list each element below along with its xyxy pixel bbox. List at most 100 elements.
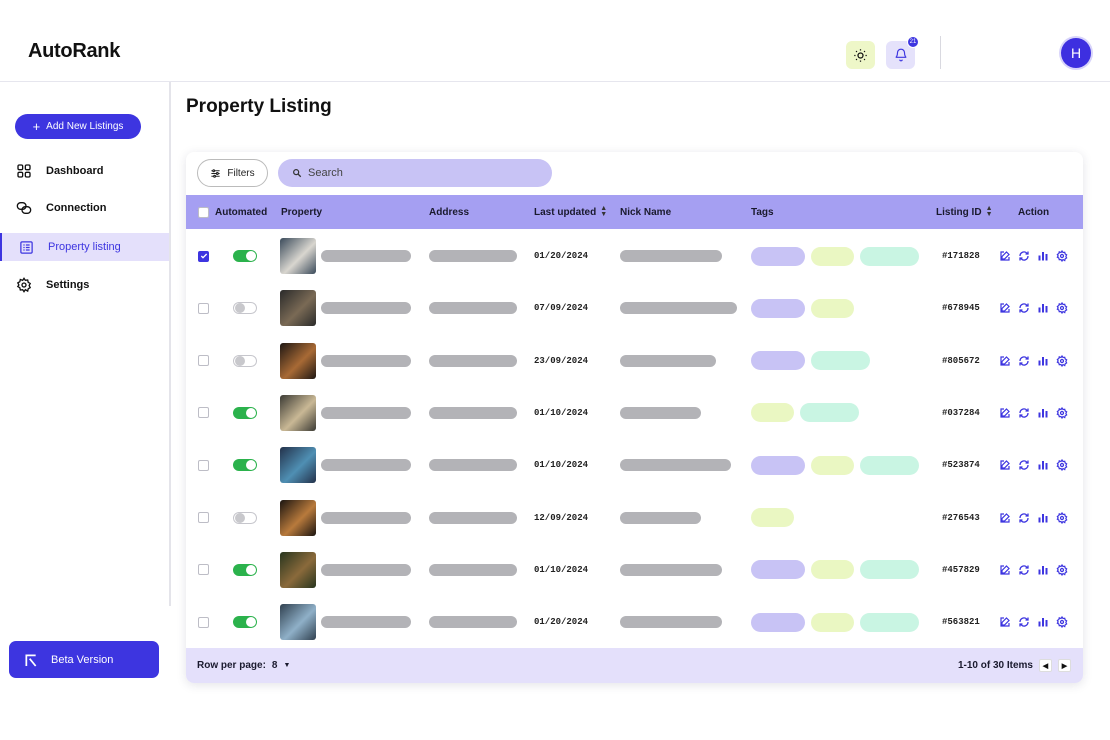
bar-chart-icon[interactable] (1037, 512, 1049, 524)
property-thumbnail[interactable] (280, 492, 316, 544)
sync-icon[interactable] (1018, 459, 1030, 471)
filters-button[interactable]: Filters (197, 159, 268, 187)
tag-chip[interactable] (811, 351, 870, 371)
tag-chip[interactable] (751, 612, 805, 632)
automation-toggle[interactable] (233, 230, 257, 282)
automation-toggle[interactable] (233, 282, 257, 334)
sidebar-item-property-listing[interactable]: Property listing (0, 233, 169, 261)
table-row[interactable]: 01/10/2024 #523874 (186, 439, 1083, 491)
settings-gear-icon[interactable] (1056, 459, 1068, 472)
sort-icon[interactable]: ▲ ▼ (600, 205, 607, 218)
beta-version-button[interactable]: Beta Version (9, 641, 159, 678)
tag-chip[interactable] (860, 246, 919, 266)
row-checkbox[interactable] (198, 492, 209, 544)
row-checkbox[interactable] (198, 387, 209, 439)
automation-toggle[interactable] (233, 335, 257, 387)
tag-chip[interactable] (800, 403, 859, 423)
row-checkbox[interactable] (198, 439, 209, 491)
property-thumbnail[interactable] (280, 282, 316, 334)
theme-toggle-button[interactable] (846, 41, 875, 69)
tag-chip[interactable] (751, 298, 805, 318)
sidebar-item-connection[interactable]: Connection (0, 194, 169, 222)
sync-icon[interactable] (1018, 564, 1030, 576)
settings-gear-icon[interactable] (1056, 406, 1068, 419)
table-row[interactable]: 01/10/2024 #037284 (186, 387, 1083, 439)
bar-chart-icon[interactable] (1037, 250, 1049, 262)
sidebar-item-settings[interactable]: Settings (0, 271, 169, 299)
settings-gear-icon[interactable] (1056, 302, 1068, 315)
automation-toggle[interactable] (233, 544, 257, 596)
bar-chart-icon[interactable] (1037, 459, 1049, 471)
settings-gear-icon[interactable] (1056, 616, 1068, 629)
tag-chip[interactable] (751, 246, 805, 266)
table-row[interactable]: 23/09/2024 #805672 (186, 335, 1083, 387)
rows-per-page-value[interactable]: 8 (272, 660, 278, 671)
tag-chip[interactable] (860, 455, 919, 475)
tag-chip[interactable] (751, 508, 794, 527)
user-avatar[interactable]: H (1061, 38, 1091, 68)
settings-gear-icon[interactable] (1056, 563, 1068, 576)
table-row[interactable]: 01/20/2024 #563821 (186, 596, 1083, 648)
tag-chip[interactable] (751, 455, 805, 475)
prev-page-button[interactable]: ◀ (1039, 659, 1052, 672)
row-checkbox[interactable] (198, 335, 209, 387)
sync-icon[interactable] (1018, 250, 1030, 262)
tag-chip[interactable] (811, 246, 854, 266)
row-checkbox[interactable] (198, 596, 209, 648)
sort-icon[interactable]: ▲ ▼ (986, 205, 993, 218)
column-listing-id[interactable]: Listing ID ▲ ▼ (936, 195, 993, 229)
bar-chart-icon[interactable] (1037, 302, 1049, 314)
table-row[interactable]: 07/09/2024 #678945 (186, 282, 1083, 334)
sync-icon[interactable] (1018, 355, 1030, 367)
rows-per-page[interactable]: Row per page: 8 ▼ (197, 648, 290, 683)
sync-icon[interactable] (1018, 616, 1030, 628)
bar-chart-icon[interactable] (1037, 616, 1049, 628)
bar-chart-icon[interactable] (1037, 564, 1049, 576)
settings-gear-icon[interactable] (1056, 250, 1068, 262)
bar-chart-icon[interactable] (1037, 355, 1049, 367)
column-last-updated[interactable]: Last updated ▲ ▼ (534, 195, 607, 229)
property-thumbnail[interactable] (280, 439, 316, 491)
property-thumbnail[interactable] (280, 544, 316, 596)
search-input[interactable]: Search (278, 159, 552, 187)
table-row[interactable]: 12/09/2024 #276543 (186, 492, 1083, 544)
automation-toggle[interactable] (233, 492, 257, 544)
tag-chip[interactable] (811, 455, 854, 475)
app-logo[interactable]: AutoRank (28, 40, 120, 63)
row-checkbox[interactable] (198, 544, 209, 596)
edit-icon[interactable] (999, 302, 1011, 314)
edit-icon[interactable] (999, 355, 1011, 367)
property-thumbnail[interactable] (280, 596, 316, 648)
select-all-checkbox[interactable] (198, 195, 209, 229)
settings-gear-icon[interactable] (1056, 354, 1068, 367)
tag-chip[interactable] (811, 612, 854, 632)
add-new-listings-button[interactable]: + Add New Listings (15, 114, 141, 139)
tag-chip[interactable] (751, 560, 805, 580)
sync-icon[interactable] (1018, 512, 1030, 524)
row-checkbox[interactable] (198, 230, 209, 282)
edit-icon[interactable] (999, 564, 1011, 576)
tag-chip[interactable] (811, 560, 854, 580)
edit-icon[interactable] (999, 512, 1011, 524)
property-thumbnail[interactable] (280, 230, 316, 282)
tag-chip[interactable] (811, 298, 854, 318)
table-row[interactable]: 01/10/2024 #457829 (186, 544, 1083, 596)
next-page-button[interactable]: ▶ (1058, 659, 1071, 672)
tag-chip[interactable] (860, 560, 919, 580)
table-row[interactable]: 01/20/2024 #171828 (186, 230, 1083, 282)
automation-toggle[interactable] (233, 596, 257, 648)
tag-chip[interactable] (751, 403, 794, 423)
sync-icon[interactable] (1018, 302, 1030, 314)
tag-chip[interactable] (860, 612, 919, 632)
edit-icon[interactable] (999, 407, 1011, 419)
automation-toggle[interactable] (233, 387, 257, 439)
settings-gear-icon[interactable] (1056, 511, 1068, 524)
sync-icon[interactable] (1018, 407, 1030, 419)
row-checkbox[interactable] (198, 282, 209, 334)
bar-chart-icon[interactable] (1037, 407, 1049, 419)
tag-chip[interactable] (751, 351, 805, 371)
edit-icon[interactable] (999, 616, 1011, 628)
sidebar-item-dashboard[interactable]: Dashboard (0, 157, 169, 185)
edit-icon[interactable] (999, 459, 1011, 471)
property-thumbnail[interactable] (280, 387, 316, 439)
